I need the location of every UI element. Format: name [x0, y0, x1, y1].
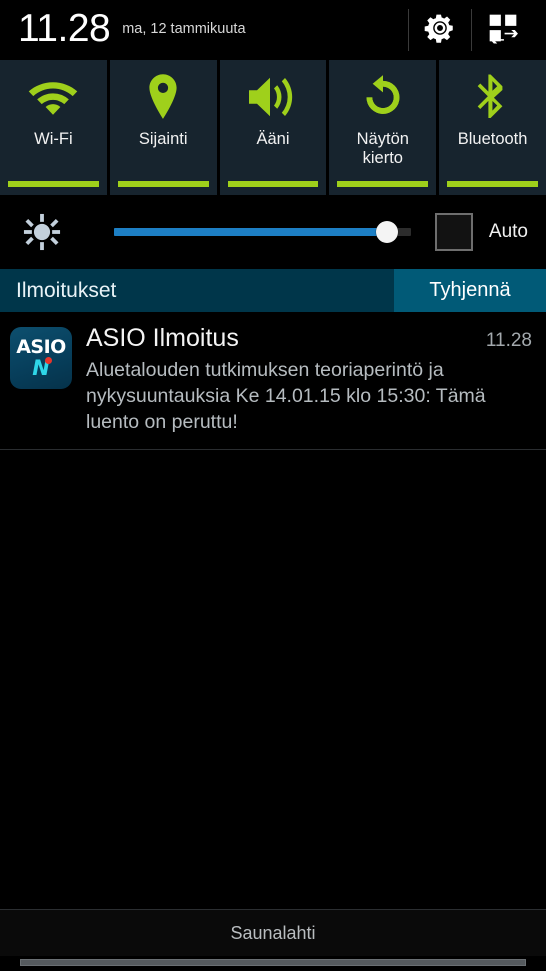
tile-active-indicator	[8, 181, 99, 187]
tile-label: Ääni	[256, 130, 290, 148]
notifications-title: Ilmoitukset	[16, 278, 117, 302]
quick-settings-grid-icon	[487, 12, 519, 49]
location-pin-icon	[143, 64, 183, 130]
carrier-footer: Saunalahti	[0, 909, 546, 956]
date-label: ma, 12 tammikuuta	[122, 21, 246, 37]
screen-rotate-icon	[360, 64, 406, 130]
quick-settings-tiles: Wi-Fi Sijainti Ääni Näytön kierto Blueto…	[0, 60, 546, 195]
sound-speaker-icon	[246, 64, 300, 130]
carrier-label: Saunalahti	[230, 922, 316, 943]
notifications-list: ASIO N ASIO Ilmoitus 11.28 Aluetalouden …	[0, 312, 546, 909]
tile-active-indicator	[337, 181, 429, 187]
header-divider-1	[408, 9, 409, 51]
settings-button[interactable]	[411, 1, 469, 59]
asio-app-icon: ASIO N	[10, 327, 72, 389]
clear-notifications-button[interactable]: Tyhjennä	[394, 269, 546, 312]
tile-wifi[interactable]: Wi-Fi	[0, 60, 107, 195]
tile-label: Sijainti	[138, 130, 188, 148]
notification-message: Aluetalouden tutkimuksen teoriaperintö j…	[86, 359, 486, 433]
wifi-icon	[27, 64, 79, 130]
tile-active-indicator	[227, 181, 319, 187]
notification-shade: 11.28 ma, 12 tammikuuta Wi-Fi Sijainti Ä…	[0, 0, 546, 971]
tile-sound[interactable]: Ääni	[219, 60, 327, 195]
tile-active-indicator	[117, 181, 209, 187]
tile-active-indicator	[447, 181, 538, 187]
app-icon-text-top: ASIO	[16, 336, 66, 358]
tile-bluetooth[interactable]: Bluetooth	[439, 60, 546, 195]
notification-timestamp: 11.28	[485, 330, 532, 351]
shade-handle-area	[0, 956, 546, 971]
tile-location[interactable]: Sijainti	[109, 60, 217, 195]
brightness-slider[interactable]	[114, 212, 411, 252]
drag-handle[interactable]	[20, 959, 526, 966]
slider-fill	[114, 228, 388, 236]
auto-brightness-toggle[interactable]: Auto	[434, 213, 528, 251]
brightness-row: Auto	[0, 195, 546, 269]
clock: 11.28	[18, 7, 111, 50]
tile-label: Wi-Fi	[34, 130, 73, 148]
notification-header-row: ASIO Ilmoitus 11.28	[86, 324, 532, 353]
app-icon-badge-dot	[45, 357, 52, 364]
auto-brightness-label: Auto	[488, 221, 528, 242]
tile-label: Näytön kierto	[356, 130, 409, 167]
notification-app-name: ASIO Ilmoitus	[86, 324, 239, 352]
notification-body: ASIO Ilmoitus 11.28 Aluetalouden tutkimu…	[72, 324, 532, 435]
bluetooth-icon	[474, 64, 512, 130]
brightness-sun-icon	[22, 213, 62, 251]
gear-icon	[423, 11, 457, 50]
tile-label: Bluetooth	[457, 130, 528, 148]
quick-settings-toggle-button[interactable]	[474, 1, 532, 59]
slider-thumb[interactable]	[376, 221, 399, 243]
status-header: 11.28 ma, 12 tammikuuta	[0, 0, 546, 60]
header-divider-2	[471, 9, 472, 51]
auto-brightness-checkbox[interactable]	[434, 213, 473, 251]
notifications-header: Ilmoitukset Tyhjennä	[0, 269, 546, 312]
tile-screen-rotation[interactable]: Näytön kierto	[329, 60, 437, 195]
notification-item[interactable]: ASIO N ASIO Ilmoitus 11.28 Aluetalouden …	[0, 312, 546, 450]
